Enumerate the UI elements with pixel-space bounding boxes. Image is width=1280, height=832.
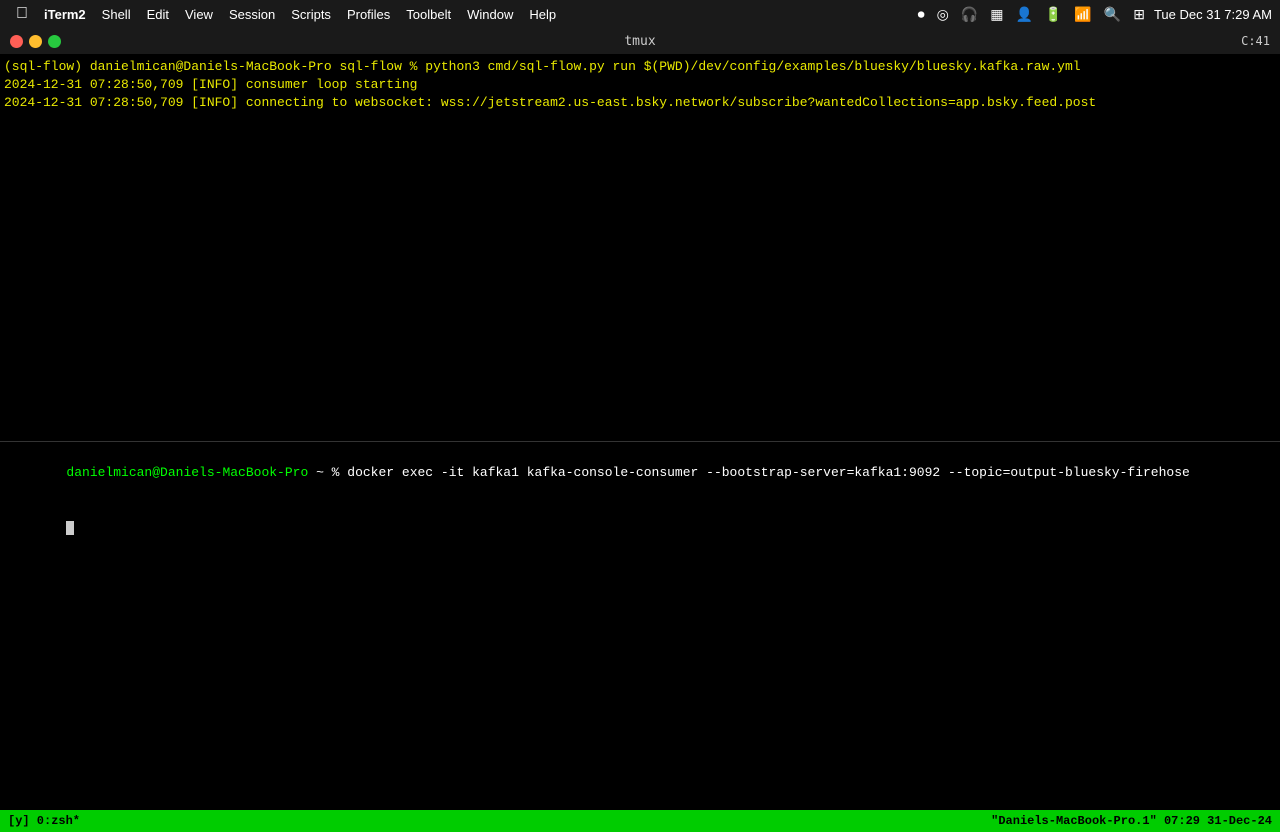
tmux-titlebar: tmux C:41 xyxy=(0,28,1280,54)
control-center-icon[interactable]: ⊞ xyxy=(1130,6,1148,23)
terminal-line-2: 2024-12-31 07:28:50,709 [INFO] consumer … xyxy=(4,76,1276,94)
tmux-counter: C:41 xyxy=(1241,34,1270,48)
terminal-line-1: (sql-flow) danielmican@Daniels-MacBook-P… xyxy=(4,58,1276,76)
pane-top[interactable]: (sql-flow) danielmican@Daniels-MacBook-P… xyxy=(0,54,1280,442)
terminal-cursor-line xyxy=(4,501,1276,556)
apple-menu[interactable]:  xyxy=(8,5,36,23)
command-text: docker exec -it kafka1 kafka-console-con… xyxy=(347,465,1190,480)
menu-toolbelt[interactable]: Toolbelt xyxy=(398,5,459,24)
pane-bottom[interactable]: danielmican@Daniels-MacBook-Pro ~ % dock… xyxy=(0,442,1280,810)
minimize-button[interactable] xyxy=(29,35,42,48)
menu-view[interactable]: View xyxy=(177,5,221,24)
tmux-statusbar: [y] 0:zsh* "Daniels-MacBook-Pro.1" 07:29… xyxy=(0,810,1280,832)
menu-shell[interactable]: Shell xyxy=(94,5,139,24)
tmux-title: tmux xyxy=(624,34,655,49)
menu-scripts[interactable]: Scripts xyxy=(283,5,339,24)
audio-icon: 🎧 xyxy=(958,6,981,23)
menu-profiles[interactable]: Profiles xyxy=(339,5,398,24)
menu-edit[interactable]: Edit xyxy=(139,5,177,24)
display-icon: ▦ xyxy=(987,6,1006,23)
prompt-user: danielmican@Daniels-MacBook-Pro xyxy=(66,465,308,480)
tmux-status-right: "Daniels-MacBook-Pro.1" 07:29 31-Dec-24 xyxy=(983,810,1280,832)
window-buttons xyxy=(10,35,61,48)
menu-session[interactable]: Session xyxy=(221,5,283,24)
prompt-tilde: ~ % xyxy=(308,465,347,480)
terminal-cursor xyxy=(66,521,74,535)
terminal-line-3: 2024-12-31 07:28:50,709 [INFO] connectin… xyxy=(4,94,1276,112)
maximize-button[interactable] xyxy=(48,35,61,48)
search-icon[interactable]: 🔍 xyxy=(1101,6,1124,23)
battery-icon: 🔋 xyxy=(1042,6,1065,23)
menu-iterm2[interactable]: iTerm2 xyxy=(36,5,94,24)
menubar-right: ⏺ ◎ 🎧 ▦ 👤 🔋 📶 🔍 ⊞ Tue Dec 31 7:29 AM xyxy=(915,6,1272,23)
clock: Tue Dec 31 7:29 AM xyxy=(1154,7,1272,22)
menu-window[interactable]: Window xyxy=(459,5,521,24)
terminal-prompt-line: danielmican@Daniels-MacBook-Pro ~ % dock… xyxy=(4,446,1276,501)
menubar:  iTerm2 Shell Edit View Session Scripts… xyxy=(0,0,1280,28)
target-icon: ◎ xyxy=(934,6,952,23)
menu-help[interactable]: Help xyxy=(521,5,564,24)
close-button[interactable] xyxy=(10,35,23,48)
iterm-window: tmux C:41 (sql-flow) danielmican@Daniels… xyxy=(0,28,1280,832)
record-icon: ⏺ xyxy=(915,6,928,23)
panes-container: (sql-flow) danielmican@Daniels-MacBook-P… xyxy=(0,54,1280,810)
wifi-icon: 📶 xyxy=(1071,6,1094,23)
tmux-status-left: [y] 0:zsh* xyxy=(0,810,88,832)
user-icon: 👤 xyxy=(1012,6,1035,23)
